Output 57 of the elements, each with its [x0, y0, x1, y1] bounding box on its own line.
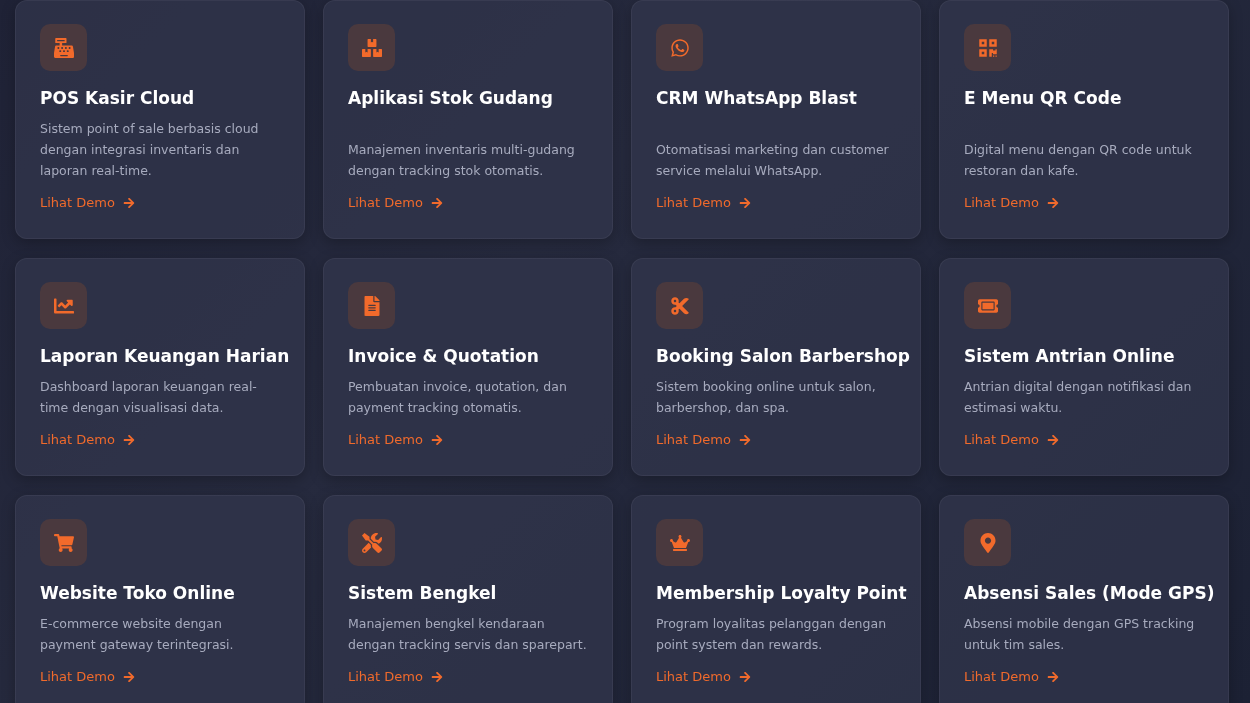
card-title: Invoice & Quotation	[348, 345, 539, 368]
card-title: Absensi Sales (Mode GPS)	[964, 582, 1215, 605]
demo-link[interactable]: Lihat Demo	[40, 194, 135, 212]
demo-link[interactable]: Lihat Demo	[656, 668, 751, 686]
arrow-right-icon	[738, 197, 751, 209]
crown-icon	[669, 532, 690, 553]
map-pin-icon	[977, 532, 998, 553]
card-title: Website Toko Online	[40, 582, 235, 605]
card-description: Sistem point of sale berbasis cloud dengan integrasi inventaris dan laporan real-time.	[40, 120, 260, 180]
card-title: POS Kasir Cloud	[40, 87, 195, 110]
arrow-right-icon	[1046, 197, 1059, 209]
card-description: Sistem booking online untuk salon, barbershop, dan spa.	[656, 378, 877, 417]
card-description: Digital menu dengan QR code untuk restoran dan kafe.	[964, 141, 1193, 180]
arrow-right-icon	[430, 197, 443, 209]
card-title: Aplikasi Stok Gudang	[348, 87, 553, 110]
chat-bubble-icon	[669, 37, 690, 58]
demo-link[interactable]: Lihat Demo	[40, 668, 135, 686]
card-title: CRM WhatsApp Blast	[656, 87, 857, 110]
demo-link[interactable]: Lihat Demo	[964, 194, 1059, 212]
arrow-right-icon	[122, 671, 135, 683]
arrow-right-icon	[122, 434, 135, 446]
card-description: E-commerce website dengan payment gateway terintegrasi.	[40, 615, 235, 654]
card-description: Absensi mobile dengan GPS tracking untuk tim sales.	[964, 615, 1196, 654]
demo-link[interactable]: Lihat Demo	[348, 194, 443, 212]
card-description: Program loyalitas pelanggan dengan point system dan rewards.	[656, 615, 888, 654]
arrow-right-icon	[1046, 434, 1059, 446]
demo-link[interactable]: Lihat Demo	[40, 431, 135, 449]
cart-icon	[53, 532, 74, 553]
card-description: Otomatisasi marketing dan customer service melalui WhatsApp.	[656, 141, 890, 180]
card-title: Laporan Keuangan Harian	[40, 345, 290, 368]
arrow-right-icon	[122, 197, 135, 209]
arrow-right-icon	[430, 671, 443, 683]
tools-icon	[361, 532, 382, 553]
qr-code-icon	[977, 37, 998, 58]
demo-link[interactable]: Lihat Demo	[348, 431, 443, 449]
scissors-icon	[669, 295, 690, 316]
arrow-right-icon	[738, 434, 751, 446]
arrow-right-icon	[738, 671, 751, 683]
arrow-right-icon	[430, 434, 443, 446]
demo-link[interactable]: Lihat Demo	[656, 194, 751, 212]
card-description: Dashboard laporan keuangan real-time dengan visualisasi data.	[40, 378, 258, 417]
demo-link[interactable]: Lihat Demo	[964, 431, 1059, 449]
card-description: Manajemen inventaris multi-gudang dengan tracking stok otomatis.	[348, 141, 576, 180]
demo-link[interactable]: Lihat Demo	[656, 431, 751, 449]
arrow-right-icon	[1046, 671, 1059, 683]
boxes-icon	[361, 37, 382, 58]
card-description: Pembuatan invoice, quotation, dan payment tracking otomatis.	[348, 378, 568, 417]
card-description: Manajemen bengkel kendaraan dengan tracking servis dan sparepart.	[348, 615, 588, 654]
demo-link[interactable]: Lihat Demo	[348, 668, 443, 686]
cash-register-icon	[53, 37, 74, 58]
demo-link[interactable]: Lihat Demo	[964, 668, 1059, 686]
card-title: E Menu QR Code	[964, 87, 1122, 110]
card-title: Sistem Antrian Online	[964, 345, 1175, 368]
card-title: Sistem Bengkel	[348, 582, 497, 605]
card-title: Membership Loyalty Point	[656, 582, 907, 605]
card-description: Antrian digital dengan notifikasi dan estimasi waktu.	[964, 378, 1193, 417]
card-title: Booking Salon Barbershop	[656, 345, 910, 368]
